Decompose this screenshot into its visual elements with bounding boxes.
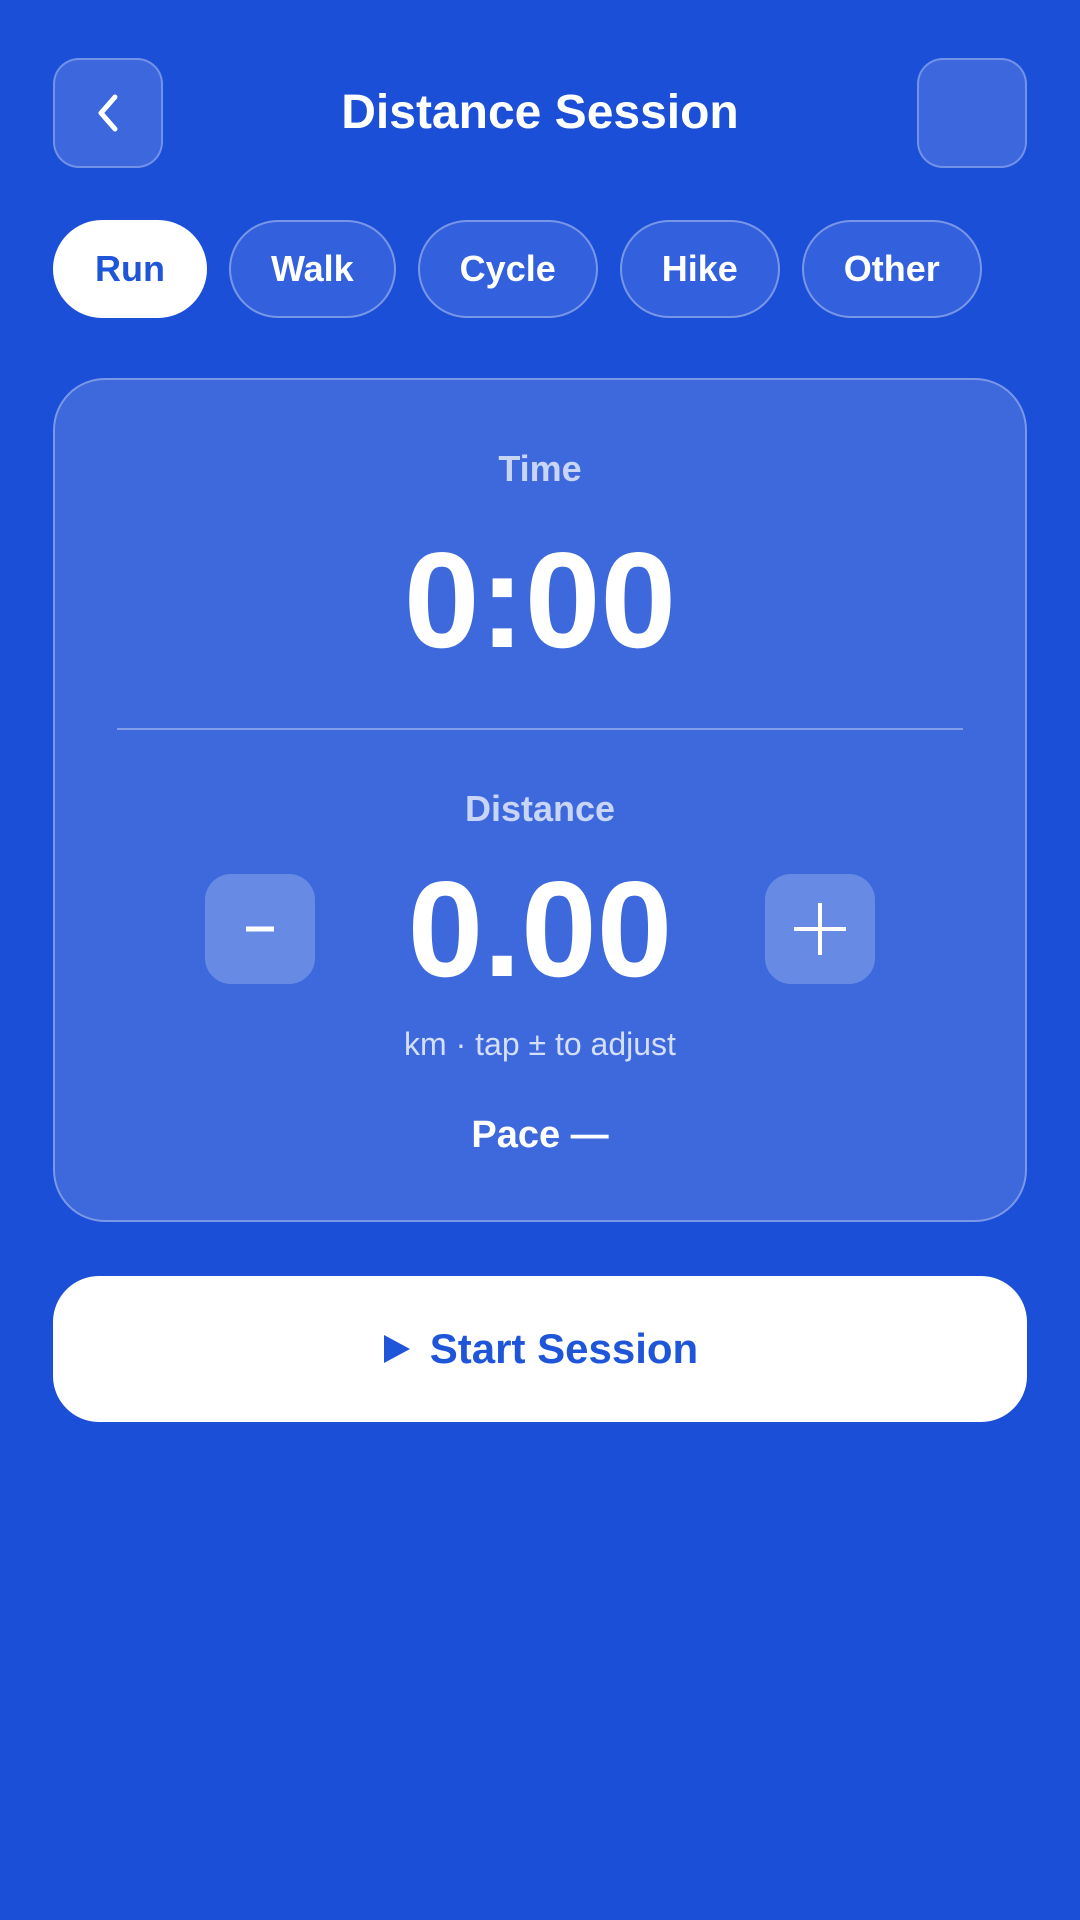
play-icon — [383, 1335, 410, 1363]
menu-button[interactable] — [917, 58, 1027, 168]
distance-row: 0.00 — [55, 853, 1025, 1005]
decrease-distance-button[interactable] — [205, 874, 315, 984]
start-session-button[interactable]: Start Session — [53, 1276, 1027, 1422]
plus-icon — [794, 903, 846, 955]
chip-other[interactable]: Other — [801, 220, 982, 318]
chip-cycle[interactable]: Cycle — [417, 220, 598, 318]
page-title: Distance Session — [341, 86, 739, 139]
distance-label: Distance — [464, 788, 616, 829]
chip-walk[interactable]: Walk — [228, 220, 396, 318]
chevron-left-icon — [98, 94, 118, 132]
header: Distance Session — [53, 58, 1027, 168]
distance-value: 0.00 — [407, 853, 673, 1005]
start-session-label: Start Session — [429, 1325, 699, 1372]
minus-icon — [246, 926, 274, 932]
pace-value: Pace — — [471, 1114, 609, 1156]
increase-distance-button[interactable] — [765, 874, 875, 984]
time-value: 0:00 — [403, 524, 677, 676]
distance-hint: km · tap ± to adjust — [404, 1026, 676, 1062]
divider — [117, 728, 963, 730]
time-label: Time — [498, 448, 582, 489]
chip-run[interactable]: Run — [53, 220, 207, 318]
session-card: Time 0:00 Distance 0.00 km · tap ± to ad… — [53, 378, 1027, 1222]
back-button[interactable] — [53, 58, 163, 168]
activity-selector: Run Walk Cycle Hike Other — [53, 220, 982, 318]
chip-hike[interactable]: Hike — [619, 220, 780, 318]
distance-session-screen: Distance Session Run Walk Cycle Hike Oth… — [0, 0, 1080, 1920]
